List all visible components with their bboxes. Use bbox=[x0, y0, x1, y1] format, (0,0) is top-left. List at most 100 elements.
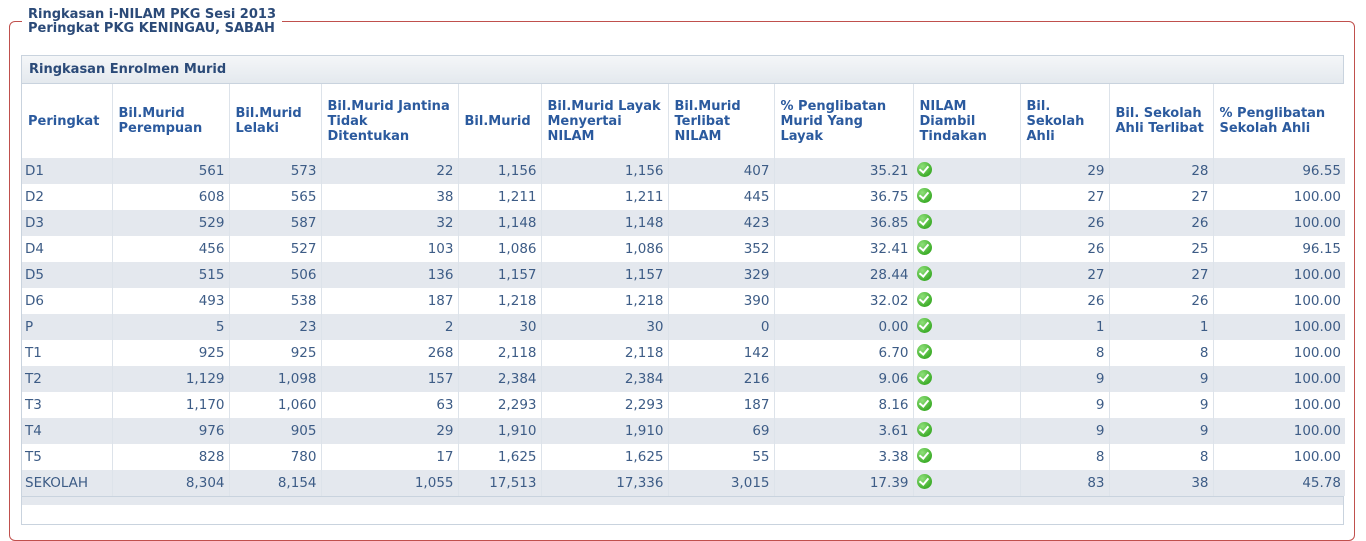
col-header-sekolah-ahli: Bil. Sekolah Ahli bbox=[1020, 84, 1110, 158]
cell-tindakan bbox=[913, 210, 1021, 236]
cell-lelaki: 506 bbox=[229, 262, 322, 288]
legend-subtitle: Peringkat PKG KENINGAU, SABAH bbox=[28, 21, 275, 36]
cell-tindakan bbox=[913, 470, 1021, 496]
cell-jantina-tidak-ditentukan: 32 bbox=[321, 210, 459, 236]
check-circle-icon[interactable] bbox=[916, 187, 932, 203]
cell-jantina-tidak-ditentukan: 29 bbox=[321, 418, 459, 444]
cell-sekolah-ahli: 26 bbox=[1020, 288, 1110, 314]
cell-pct-sekolah: 96.55 bbox=[1213, 158, 1345, 184]
cell-tindakan bbox=[913, 366, 1021, 392]
cell-perempuan: 608 bbox=[112, 184, 230, 210]
cell-layak: 1,211 bbox=[541, 184, 669, 210]
col-header-jantina-tidak-ditentukan: Bil.Murid Jantina Tidak Ditentukan bbox=[321, 84, 459, 158]
cell-bil-murid: 2,384 bbox=[458, 366, 542, 392]
cell-pct-sekolah: 100.00 bbox=[1213, 288, 1345, 314]
cell-peringkat: P bbox=[22, 314, 113, 340]
col-header-pct-murid: % Penglibatan Murid Yang Layak bbox=[774, 84, 914, 158]
cell-bil-murid: 1,157 bbox=[458, 262, 542, 288]
cell-layak: 2,384 bbox=[541, 366, 669, 392]
check-circle-icon[interactable] bbox=[916, 239, 932, 255]
check-circle-icon[interactable] bbox=[916, 291, 932, 307]
cell-sekolah-terlibat: 38 bbox=[1109, 470, 1214, 496]
cell-peringkat: D1 bbox=[22, 158, 113, 184]
cell-terlibat: 142 bbox=[668, 340, 775, 366]
table-row: SEKOLAH 8,304 8,154 1,055 17,513 17,336 3,015 1… bbox=[22, 470, 1345, 496]
cell-pct-murid: 36.75 bbox=[774, 184, 914, 210]
cell-sekolah-ahli: 8 bbox=[1020, 340, 1110, 366]
check-circle-icon[interactable] bbox=[916, 161, 932, 177]
cell-sekolah-ahli: 8 bbox=[1020, 444, 1110, 470]
cell-layak: 1,910 bbox=[541, 418, 669, 444]
cell-sekolah-ahli: 26 bbox=[1020, 210, 1110, 236]
table-row: T4 976 905 29 1,910 1,910 69 3.61 9 9 100.00 bbox=[22, 418, 1345, 444]
cell-jantina-tidak-ditentukan: 157 bbox=[321, 366, 459, 392]
panel-title: Ringkasan Enrolmen Murid bbox=[22, 56, 1343, 84]
table-header-row: Peringkat Bil.Murid Perempuan Bil.Murid … bbox=[22, 84, 1345, 158]
cell-pct-murid: 6.70 bbox=[774, 340, 914, 366]
check-circle-icon[interactable] bbox=[916, 395, 932, 411]
cell-jantina-tidak-ditentukan: 136 bbox=[321, 262, 459, 288]
cell-tindakan bbox=[913, 262, 1021, 288]
cell-perempuan: 5 bbox=[112, 314, 230, 340]
cell-tindakan bbox=[913, 314, 1021, 340]
col-header-lelaki: Bil.Murid Lelaki bbox=[229, 84, 322, 158]
legend-title: Ringkasan i-NILAM PKG Sesi 2013 bbox=[28, 7, 276, 22]
check-circle-icon[interactable] bbox=[916, 369, 932, 385]
cell-peringkat: D2 bbox=[22, 184, 113, 210]
check-circle-icon[interactable] bbox=[916, 265, 932, 281]
cell-terlibat: 187 bbox=[668, 392, 775, 418]
cell-perempuan: 493 bbox=[112, 288, 230, 314]
cell-pct-sekolah: 100.00 bbox=[1213, 340, 1345, 366]
cell-sekolah-terlibat: 28 bbox=[1109, 158, 1214, 184]
cell-pct-murid: 8.16 bbox=[774, 392, 914, 418]
cell-layak: 1,157 bbox=[541, 262, 669, 288]
cell-pct-murid: 0.00 bbox=[774, 314, 914, 340]
check-circle-icon[interactable] bbox=[916, 421, 932, 437]
cell-pct-sekolah: 100.00 bbox=[1213, 444, 1345, 470]
cell-sekolah-terlibat: 27 bbox=[1109, 184, 1214, 210]
cell-layak: 1,625 bbox=[541, 444, 669, 470]
cell-perempuan: 515 bbox=[112, 262, 230, 288]
cell-terlibat: 445 bbox=[668, 184, 775, 210]
cell-sekolah-terlibat: 9 bbox=[1109, 366, 1214, 392]
cell-sekolah-terlibat: 27 bbox=[1109, 262, 1214, 288]
cell-sekolah-terlibat: 26 bbox=[1109, 210, 1214, 236]
cell-lelaki: 780 bbox=[229, 444, 322, 470]
table-row: P 5 23 2 30 30 0 0.00 1 1 100.00 bbox=[22, 314, 1345, 340]
table-row: T5 828 780 17 1,625 1,625 55 3.38 8 8 100.00 bbox=[22, 444, 1345, 470]
table-footer-bar bbox=[22, 496, 1343, 505]
cell-peringkat: SEKOLAH bbox=[22, 470, 113, 496]
cell-tindakan bbox=[913, 392, 1021, 418]
col-header-tindakan: NILAM Diambil Tindakan bbox=[913, 84, 1021, 158]
cell-perempuan: 8,304 bbox=[112, 470, 230, 496]
cell-peringkat: D6 bbox=[22, 288, 113, 314]
cell-sekolah-terlibat: 1 bbox=[1109, 314, 1214, 340]
cell-peringkat: T4 bbox=[22, 418, 113, 444]
check-circle-icon[interactable] bbox=[916, 213, 932, 229]
cell-pct-murid: 32.41 bbox=[774, 236, 914, 262]
col-header-bil-murid: Bil.Murid bbox=[458, 84, 542, 158]
enrolment-table: Peringkat Bil.Murid Perempuan Bil.Murid … bbox=[22, 84, 1345, 496]
check-circle-icon[interactable] bbox=[916, 343, 932, 359]
cell-pct-sekolah: 96.15 bbox=[1213, 236, 1345, 262]
cell-layak: 1,086 bbox=[541, 236, 669, 262]
check-circle-icon[interactable] bbox=[916, 447, 932, 463]
check-circle-icon[interactable] bbox=[916, 473, 932, 489]
cell-pct-murid: 32.02 bbox=[774, 288, 914, 314]
cell-pct-murid: 36.85 bbox=[774, 210, 914, 236]
cell-pct-sekolah: 100.00 bbox=[1213, 262, 1345, 288]
col-header-layak: Bil.Murid Layak Menyertai NILAM bbox=[541, 84, 669, 158]
cell-lelaki: 1,098 bbox=[229, 366, 322, 392]
cell-jantina-tidak-ditentukan: 63 bbox=[321, 392, 459, 418]
cell-peringkat: D3 bbox=[22, 210, 113, 236]
cell-sekolah-ahli: 26 bbox=[1020, 236, 1110, 262]
cell-pct-sekolah: 100.00 bbox=[1213, 314, 1345, 340]
cell-pct-murid: 17.39 bbox=[774, 470, 914, 496]
cell-sekolah-ahli: 1 bbox=[1020, 314, 1110, 340]
cell-tindakan bbox=[913, 236, 1021, 262]
check-circle-icon[interactable] bbox=[916, 317, 932, 333]
cell-bil-murid: 1,211 bbox=[458, 184, 542, 210]
cell-jantina-tidak-ditentukan: 103 bbox=[321, 236, 459, 262]
cell-lelaki: 565 bbox=[229, 184, 322, 210]
cell-terlibat: 216 bbox=[668, 366, 775, 392]
